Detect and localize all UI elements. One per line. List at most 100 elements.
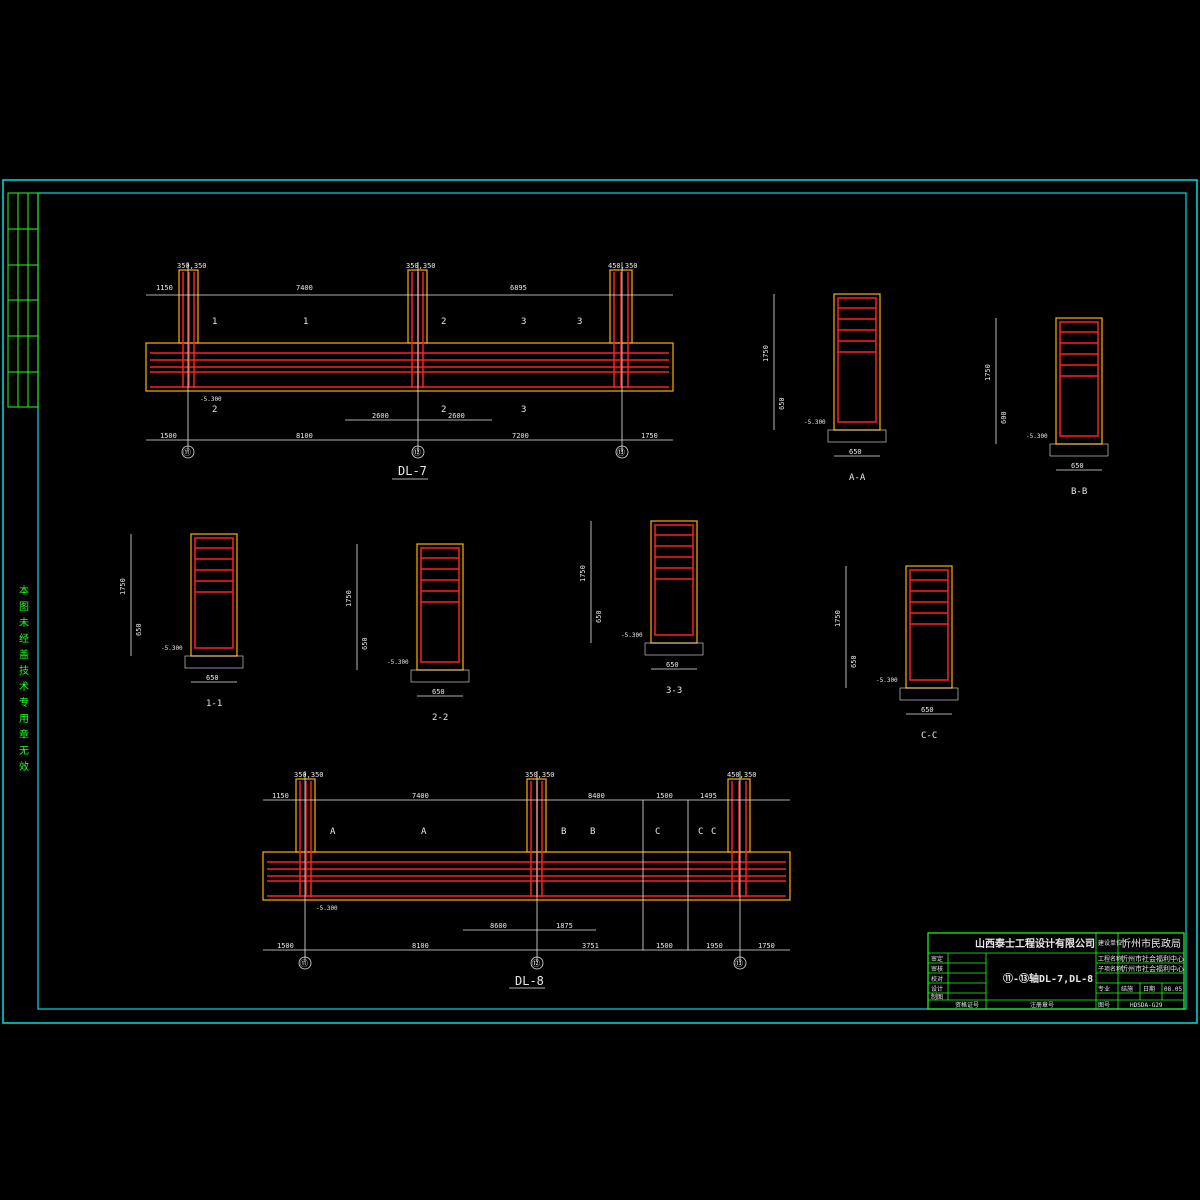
tb-drawing-title: ⑪-⑬轴DL-7,DL-8 (1003, 972, 1093, 985)
dl7-col-lbl-1: 350,350 (406, 262, 436, 270)
tb-reviewed: 审核 (931, 965, 943, 973)
sec-CC-level: -5.300 (876, 677, 898, 684)
dl7-elevation: ⑪ ⑫ ⑬ 1500 8100 7200 1750 1150 7400 6895… (145, 262, 674, 480)
dl7-sec-0: 1 (212, 317, 217, 327)
sec-33-stirrup (654, 524, 694, 636)
sec-BB-height-dim: 1750 (984, 364, 992, 381)
sec-CC-sub-dim: 650 (850, 655, 858, 668)
dl8-sec-1: A (421, 827, 427, 837)
dl8-elevation: ⑪ ⑫ ⑬ 1500 8100 3751 1500 1950 1750 1150… (262, 771, 791, 989)
dl7-dim-b2: 7200 (512, 432, 529, 440)
sec-AA-width-dim: 650 (849, 448, 862, 456)
tb-drawn: 制图 (931, 993, 943, 1001)
dl8-sec-0: A (330, 827, 336, 837)
sec-AA-outline (833, 293, 881, 431)
tb-checked: 校对 (931, 975, 943, 983)
dl8-columns (295, 778, 751, 853)
tb-designed: 设计 (931, 985, 943, 993)
dl8-sec-6: C (711, 827, 716, 837)
sec-AA-stirrup (837, 297, 877, 423)
dl8-axis-1: ⑪ (300, 959, 308, 968)
sec-BB-base (1049, 443, 1109, 457)
dl8-sec-2: B (561, 827, 566, 837)
side-note: 本图未经盖技术专用章无效 (17, 584, 29, 777)
sec-CC-stirrup (909, 569, 949, 681)
dl8-dim-b3: 1500 (656, 942, 673, 950)
sec-CC-title: C-C (921, 731, 937, 741)
sec-AA-level: -5.300 (804, 419, 826, 426)
sec-33-sub-dim: 650 (595, 610, 603, 623)
sec-22-outline (416, 543, 464, 671)
dl8-col-lbl-1: 350,350 (525, 771, 555, 779)
sec-22-width-dim: 650 (432, 688, 445, 696)
sec-CC-height-dim: 1750 (834, 610, 842, 627)
sec-22-height-dim: 1750 (345, 590, 353, 607)
dl7-mid-dim-0: 2600 (372, 412, 389, 420)
sec-BB-sub-dim: 600 (1000, 411, 1008, 424)
tb-subproject: 忻州市社会福利中心 (1121, 964, 1184, 973)
dl8-col-lbl-0: 350,350 (294, 771, 324, 779)
sec-CC-width-dim: 650 (921, 706, 934, 714)
sec-22-base (410, 669, 470, 683)
sec-BB-level: -5.300 (1026, 433, 1048, 440)
dl8-dim-b5: 1750 (758, 942, 775, 950)
tb-project: 忻州市社会福利中心 (1121, 954, 1184, 963)
dl7-dim-t2: 6895 (510, 284, 527, 292)
tb-stage-label: 专业 (1098, 985, 1110, 993)
dl7-axis-1: ⑪ (183, 448, 191, 457)
dl7-dim-t0: 1150 (156, 284, 173, 292)
tb-company: 山西泰士工程设计有限公司 (975, 937, 1095, 950)
dl8-dim-t2: 8400 (588, 792, 605, 800)
dl7-axis-3: ⑬ (617, 448, 625, 457)
sec-11-title: 1-1 (206, 699, 222, 709)
tb-client-label: 建设单位 (1098, 939, 1122, 947)
tb-date: 08.05 (1164, 986, 1182, 993)
dl7-sec-4: 3 (577, 317, 582, 327)
dl7-dim-b3: 1750 (641, 432, 658, 440)
sec-AA-title: A-A (849, 473, 866, 483)
sec-BB-width-dim: 650 (1071, 462, 1084, 470)
dl8-axis-3: ⑬ (735, 959, 743, 968)
tb-stage: 结施 (1121, 985, 1133, 993)
sec-11-width-dim: 650 (206, 674, 219, 682)
dl7-col-lbl-2: 450,350 (608, 262, 638, 270)
dl8-title: DL-8 (515, 974, 544, 988)
sec-33-title: 3-3 (666, 686, 682, 696)
dl7-dim-t1: 7400 (296, 284, 313, 292)
tb-cert-label: 资格证号 (955, 1001, 979, 1009)
tb-approved: 审定 (931, 955, 943, 963)
sec-11-sub-dim: 650 (135, 623, 143, 636)
dl7-sec-6: 2 (441, 405, 446, 415)
sec-CC-outline (905, 565, 953, 689)
dl8-mid-dim-1: 1875 (556, 922, 573, 930)
sec-33-level: -5.300 (621, 632, 643, 639)
dl7-level: -5.300 (200, 396, 222, 403)
tb-project-label: 工程名称 (1098, 955, 1122, 963)
inner-frame (37, 192, 1187, 1010)
dl8-col-lbl-2: 450,350 (727, 771, 757, 779)
sec-33-outline (650, 520, 698, 644)
dl7-mid-dim-1: 2600 (448, 412, 465, 420)
dl8-sec-3: B (590, 827, 595, 837)
tb-subproject-label: 子项名称 (1098, 965, 1122, 973)
dl7-rebar (150, 352, 669, 388)
dl8-dim-t4: 1495 (700, 792, 717, 800)
sec-11-stirrup (194, 537, 234, 649)
sec-11-level: -5.300 (161, 645, 183, 652)
dl7-dim-b0: 1500 (160, 432, 177, 440)
sec-33-height-dim: 1750 (579, 565, 587, 582)
dl7-sec-5: 2 (212, 405, 217, 415)
dl8-dim-b2: 3751 (582, 942, 599, 950)
dl7-title: DL-7 (398, 464, 427, 478)
tb-seal-label: 注册章号 (1030, 1001, 1054, 1009)
sec-AA-sub-dim: 650 (778, 397, 786, 410)
dl7-sec-2: 2 (441, 317, 446, 327)
sec-AA-base (827, 429, 887, 443)
sec-CC-base (899, 687, 959, 701)
sec-33-base (644, 642, 704, 656)
dl7-sec-1: 1 (303, 317, 308, 327)
tb-drawing-no-label: 图号 (1098, 1002, 1110, 1009)
dl8-dim-b4: 1950 (706, 942, 723, 950)
drawing-canvas: 本图未经盖技术专用章无效 ⑪ ⑫ ⑬ 1500 8100 7200 1750 1… (2, 179, 1198, 1024)
dl7-columns (178, 269, 633, 344)
